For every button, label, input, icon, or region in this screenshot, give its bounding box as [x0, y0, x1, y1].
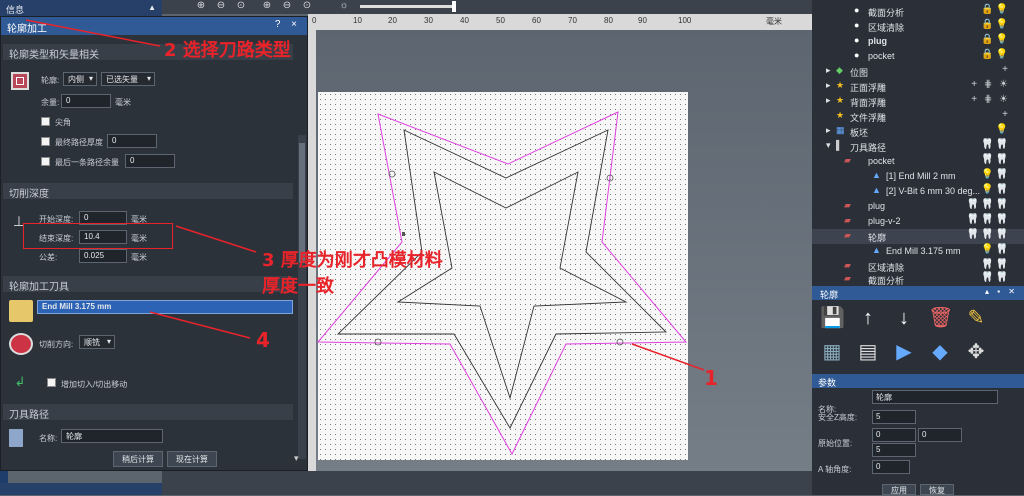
annotation-step4: 4	[256, 328, 270, 352]
annotation-arrows	[25, 19, 705, 371]
annotation-step2: 2 选择刀路类型	[164, 40, 291, 61]
annotation-step1: 1	[704, 366, 718, 390]
arrow-4	[149, 311, 251, 339]
arrow-2	[25, 19, 161, 47]
annotation-step3b: 厚度一致	[262, 276, 334, 297]
arrow-1	[631, 343, 705, 371]
annotation-step3: 3 厚度为刚才凸模材料	[262, 250, 443, 271]
arrow-3	[175, 225, 257, 253]
